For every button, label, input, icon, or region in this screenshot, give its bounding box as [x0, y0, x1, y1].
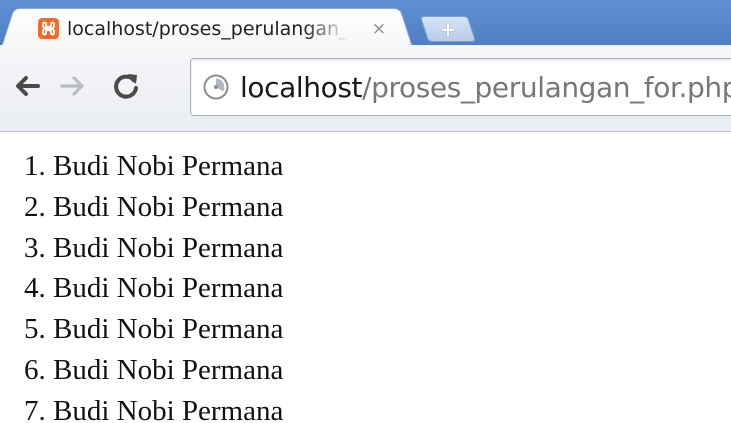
page-info-icon[interactable]	[202, 73, 230, 101]
back-arrow-icon	[12, 71, 42, 101]
list-item: 3. Budi Nobi Permana	[24, 231, 284, 264]
url-text: localhost/proses_perulangan_for.php	[240, 68, 731, 108]
reload-button[interactable]	[111, 71, 141, 101]
list-item: 5. Budi Nobi Permana	[24, 313, 284, 346]
list-item: 2. Budi Nobi Permana	[24, 190, 284, 223]
list-item: 6. Budi Nobi Permana	[24, 353, 284, 386]
address-bar[interactable]: localhost/proses_perulangan_for.php	[190, 58, 731, 116]
url-path: /proses_perulangan_for.php	[362, 71, 731, 104]
url-host: localhost	[240, 71, 363, 104]
plus-icon: +	[439, 17, 457, 41]
browser-window: localhost/proses_perulangan_for.php × +	[0, 0, 731, 423]
tab-title: localhost/proses_perulangan_for.php	[67, 18, 349, 40]
back-button[interactable]	[12, 71, 42, 101]
forward-arrow-icon	[58, 71, 88, 101]
tab-strip: localhost/proses_perulangan_for.php × +	[0, 0, 731, 45]
list-item: 4. Budi Nobi Permana	[24, 272, 284, 305]
forward-button[interactable]	[58, 71, 88, 101]
xampp-icon	[38, 18, 59, 39]
new-tab-button[interactable]: +	[419, 16, 477, 42]
list-item: 7. Budi Nobi Permana	[24, 394, 284, 423]
page-content: 1. Budi Nobi Permana 2. Budi Nobi Perman…	[24, 148, 714, 423]
close-tab-icon[interactable]: ×	[369, 19, 389, 39]
list-item: 1. Budi Nobi Permana	[24, 150, 284, 182]
toolbar: localhost/proses_perulangan_for.php	[0, 45, 731, 132]
active-tab[interactable]: localhost/proses_perulangan_for.php ×	[16, 8, 398, 45]
reload-icon	[111, 71, 141, 101]
